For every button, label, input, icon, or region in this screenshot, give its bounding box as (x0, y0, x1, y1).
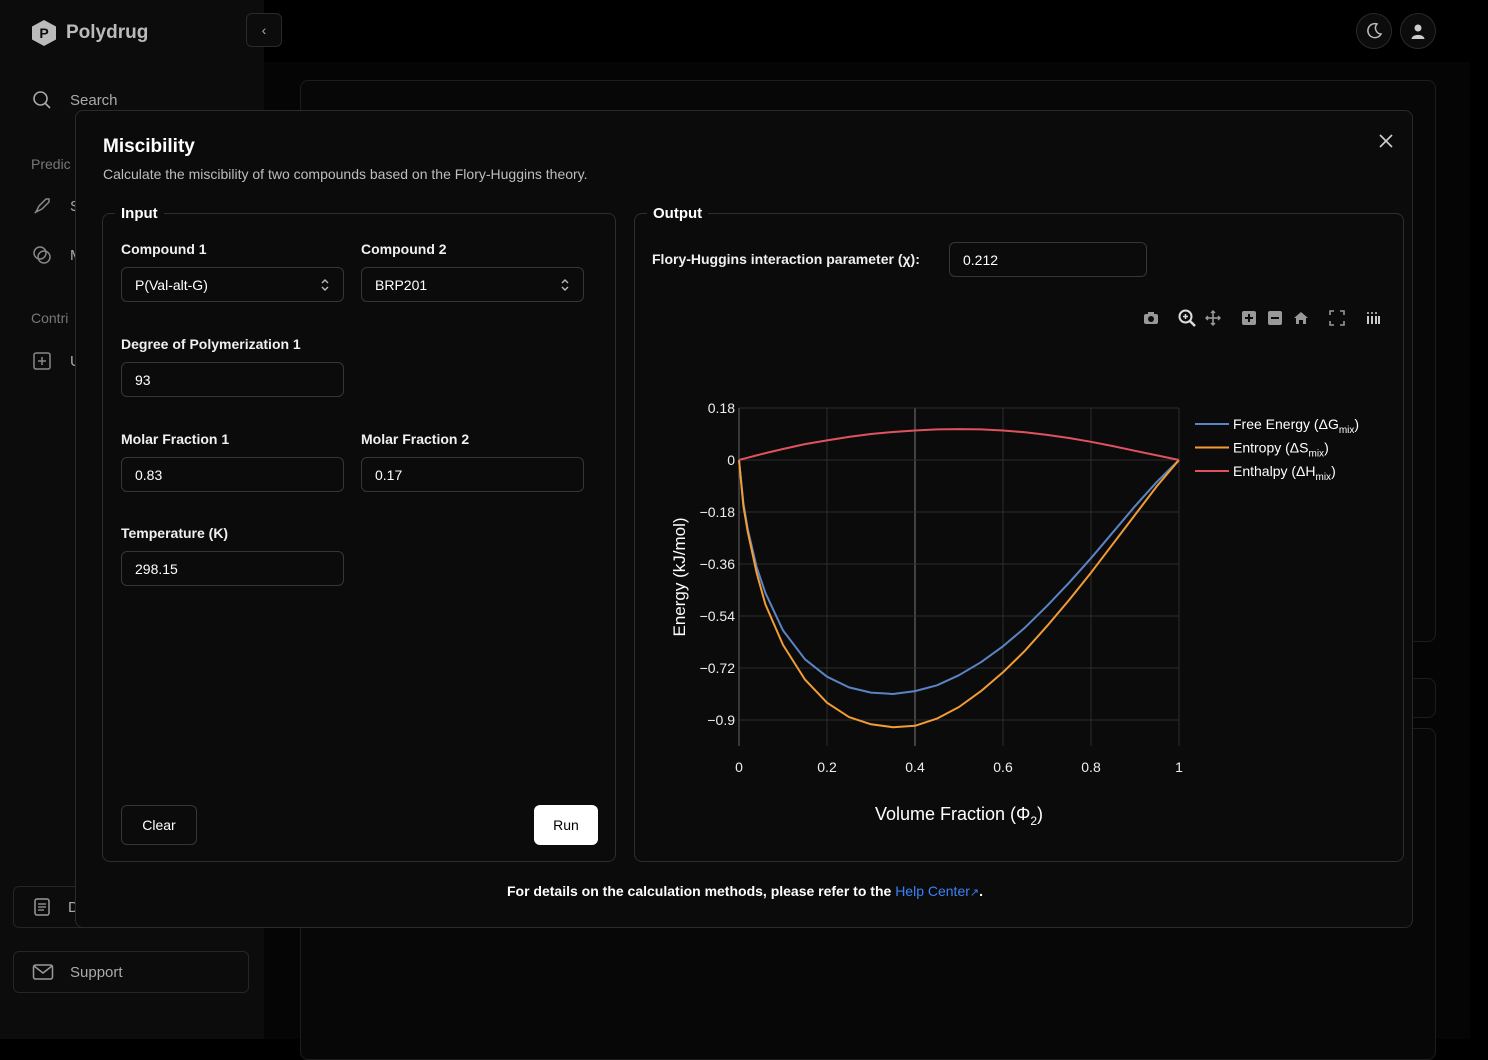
dp1-label: Degree of Polymerization 1 (121, 336, 301, 352)
y-tick-label: −0.18 (700, 504, 736, 520)
user-menu-button[interactable] (1400, 13, 1436, 49)
y-tick-label: −0.9 (707, 712, 735, 728)
help-center-link-label: Help Center (895, 883, 970, 899)
series-line-free-energy (738, 459, 1180, 695)
compound2-value: BRP201 (375, 276, 428, 293)
molar1-label: Molar Fraction 1 (121, 431, 230, 447)
chi-label: Flory-Huggins interaction parameter (χ): (652, 251, 920, 267)
pan-icon[interactable] (1200, 307, 1226, 329)
camera-icon[interactable] (1138, 307, 1164, 329)
chevron-left-icon: ‹ (261, 22, 267, 38)
x-tick-label: 0.2 (817, 759, 837, 775)
temperature-input[interactable]: 298.15 (121, 551, 344, 586)
sidebar-item-search[interactable]: Search (32, 90, 118, 110)
legend-entry-enthalpy: Enthalpy (ΔHmix) (1233, 463, 1336, 483)
sidebar-item-overlap[interactable]: M (32, 245, 83, 270)
compound2-label: Compound 2 (361, 241, 447, 257)
y-tick-label: 0 (727, 452, 735, 468)
molar2-input[interactable]: 0.17 (361, 457, 584, 492)
x-tick-label: 0.8 (1081, 759, 1101, 775)
rocket-icon (34, 198, 50, 214)
zoom-in-icon[interactable] (1236, 307, 1262, 329)
chi-value: 0.212 (963, 251, 999, 268)
app-logo[interactable]: P Polydrug (32, 20, 148, 46)
compound1-select[interactable]: P(Val-alt-G) (121, 267, 344, 302)
app-name: Polydrug (66, 22, 149, 43)
x-tick-label: 0.4 (905, 759, 925, 775)
help-footer-text: For details on the calculation methods, … (506, 883, 892, 899)
x-axis-title: Volume Fraction (Φ2) (875, 804, 1043, 828)
input-legend: Input (121, 205, 158, 222)
output-legend: Output (653, 205, 703, 222)
search-icon (33, 91, 51, 109)
run-button[interactable]: Run (534, 805, 598, 845)
home-icon[interactable] (1288, 307, 1314, 329)
chi-output[interactable]: 0.212 (949, 242, 1147, 277)
help-footer: For details on the calculation methods, … (76, 883, 1414, 899)
x-tick-label: 0.6 (993, 759, 1013, 775)
clear-button[interactable]: Clear (121, 805, 197, 845)
overlap-circles-icon (33, 246, 51, 264)
y-axis-title: Energy (kJ/mol) (670, 517, 689, 636)
legend-entry-entropy: Entropy (ΔSmix) (1233, 440, 1329, 460)
dialog-title: Miscibility (103, 136, 195, 157)
close-icon (1379, 134, 1393, 148)
sidebar-section-contribute: Contri (31, 310, 69, 326)
legend-entry-free-energy: Free Energy (ΔGmix) (1233, 416, 1359, 436)
chevron-up-down-icon (321, 278, 329, 291)
sidebar-item-upload[interactable]: U (32, 351, 81, 376)
plot-modebar (1138, 307, 1386, 329)
polydrug-logo-icon: P (32, 20, 56, 46)
compound1-value: P(Val-alt-G) (135, 276, 208, 293)
dp1-value: 93 (135, 371, 151, 388)
moon-icon (1367, 22, 1383, 39)
dialog-subtitle: Calculate the miscibility of two compoun… (103, 166, 588, 182)
y-tick-label: 0.18 (708, 400, 735, 416)
miscibility-chart: 0 0.2 0.4 0.6 0.8 1 0.18 0 −0.18 −0.36 −0.54 −0.72 −… (670, 400, 1359, 828)
plotly-logo-icon[interactable] (1360, 307, 1386, 329)
molar2-value: 0.17 (375, 466, 403, 483)
series-line-entropy (738, 459, 1180, 729)
sidebar-item-support[interactable]: Support (13, 951, 249, 993)
y-tick-label: −0.54 (700, 608, 736, 624)
close-dialog-button[interactable] (1374, 129, 1398, 153)
mail-icon (32, 964, 54, 980)
temperature-value: 298.15 (135, 560, 178, 577)
plus-square-icon (33, 352, 51, 370)
theme-toggle-button[interactable] (1356, 13, 1392, 49)
y-tick-label: −0.36 (700, 556, 736, 572)
series-line-enthalpy (738, 428, 1180, 461)
molar1-input[interactable]: 0.83 (121, 457, 344, 492)
dp1-input[interactable]: 93 (121, 362, 344, 397)
compound2-select[interactable]: BRP201 (361, 267, 584, 302)
sidebar-item-support-label: Support (70, 963, 123, 981)
x-tick-label: 1 (1175, 759, 1183, 775)
chevron-up-down-icon (561, 278, 569, 291)
user-icon (1411, 24, 1425, 39)
temperature-label: Temperature (K) (121, 525, 229, 541)
external-link-icon: ↗ (969, 887, 980, 899)
autoscale-icon[interactable] (1324, 307, 1350, 329)
sidebar-item-rocket[interactable]: S (32, 196, 80, 221)
molar2-label: Molar Fraction 2 (361, 431, 470, 447)
document-icon (34, 898, 50, 916)
x-tick-label: 0 (735, 759, 743, 775)
help-footer-end: . (979, 883, 983, 899)
help-center-link[interactable]: Help Center↗ (895, 883, 979, 899)
sidebar-section-predict: Predic (31, 156, 71, 172)
sidebar-item-search-label: Search (70, 91, 118, 109)
zoom-icon[interactable] (1174, 307, 1200, 329)
compound1-label: Compound 1 (121, 241, 207, 257)
miscibility-dialog: Miscibility Calculate the miscibility of… (75, 110, 1413, 928)
zoom-out-icon[interactable] (1262, 307, 1288, 329)
collapse-sidebar-button[interactable]: ‹ (246, 13, 282, 47)
molar1-value: 0.83 (135, 466, 163, 483)
y-tick-label: −0.72 (700, 660, 736, 676)
